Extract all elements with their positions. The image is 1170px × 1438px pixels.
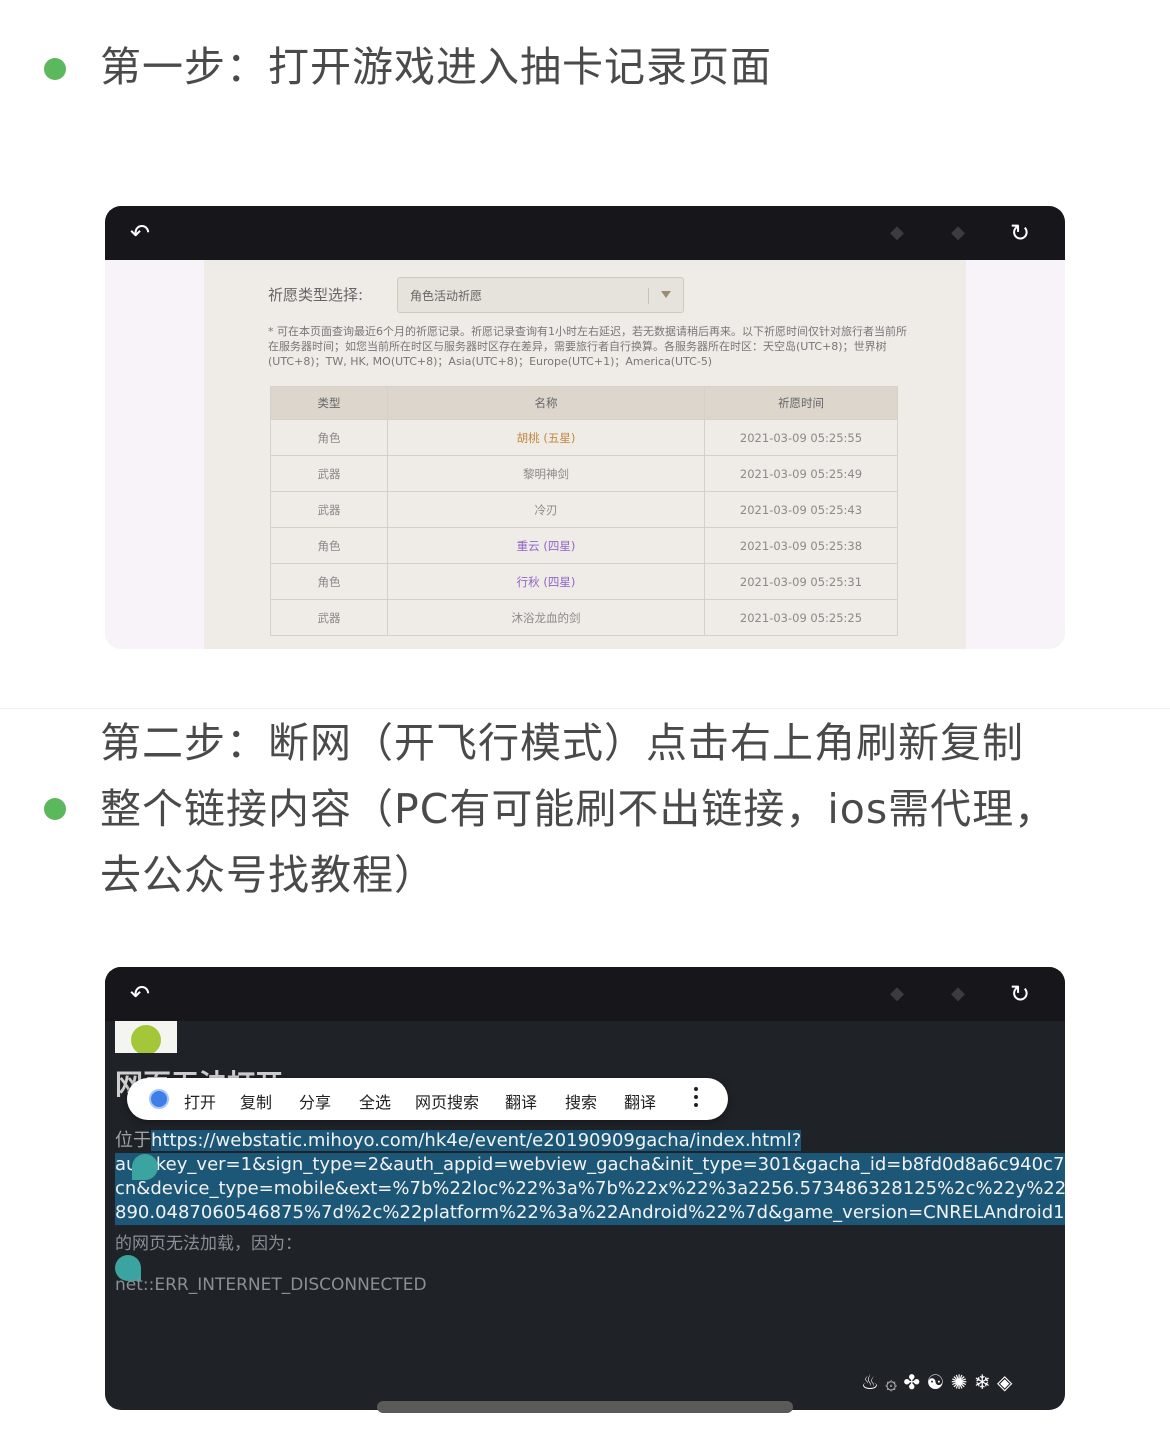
menu-search[interactable]: 搜索 [565, 1089, 597, 1113]
step-2-line: 去公众号找教程） [100, 851, 436, 899]
home-indicator[interactable] [377, 1401, 793, 1413]
step-1: 第一步：打开游戏进入抽卡记录页面 [0, 34, 1170, 104]
row-name: 重云 (四星) [387, 527, 705, 564]
select-separator [648, 288, 649, 304]
step-2-text: 第二步：断网（开飞行模式）点击右上角刷新复制 整个链接内容（PC有可能刷不出链接… [100, 710, 1056, 908]
element-icons: ♨ ۞ ✤ ☯ ✺ ❄ ◈ [861, 1370, 1013, 1394]
bullet-dot [44, 58, 66, 80]
row-name: 黎明神剑 [387, 455, 705, 492]
chevron-down-icon [661, 291, 671, 298]
column-header-time: 祈愿时间 [704, 386, 898, 420]
url-text[interactable]: 位于https://webstatic.mihoyo.com/hk4e/even… [115, 1129, 1065, 1225]
table-row: 武器 冷刃 2021-03-09 05:25:43 [270, 491, 898, 528]
menu-open[interactable]: 打开 [184, 1089, 216, 1113]
refresh-icon[interactable]: ↻ [1005, 218, 1035, 248]
row-time: 2021-03-09 05:25:31 [704, 563, 898, 600]
refresh-icon[interactable]: ↻ [1005, 979, 1035, 1009]
back-icon[interactable]: ↶ [125, 979, 155, 1009]
table-row: 武器 黎明神剑 2021-03-09 05:25:49 [270, 455, 898, 492]
prev-icon[interactable]: ◆ [882, 218, 912, 248]
row-time: 2021-03-09 05:25:38 [704, 527, 898, 564]
selection-start-handle[interactable] [132, 1154, 158, 1180]
row-name: 冷刃 [387, 491, 705, 528]
menu-web-search[interactable]: 网页搜索 [415, 1089, 479, 1113]
url-line-selected: cn&device_type=mobile&ext=%7b%22loc%22%3… [115, 1177, 1065, 1201]
bullet-dot [44, 798, 66, 820]
wish-history-screenshot: ↶ ◆ ◆ ↻ 祈愿类型选择: 角色活动祈愿 * 可在本页面查询最近6个月的祈愿… [105, 206, 1065, 649]
row-type: 武器 [270, 599, 388, 636]
url-line: 位于https://webstatic.mihoyo.com/hk4e/even… [115, 1129, 1065, 1153]
wish-type-select[interactable]: 角色活动祈愿 [397, 277, 684, 313]
prev-icon[interactable]: ◆ [882, 979, 912, 1009]
wish-records-table: 类型 名称 祈愿时间 角色 胡桃 (五星) 2021-03-09 05:25:5… [270, 386, 898, 636]
row-time: 2021-03-09 05:25:49 [704, 455, 898, 492]
step-2: 第二步：断网（开飞行模式）点击右上角刷新复制 整个链接内容（PC有可能刷不出链接… [0, 710, 1170, 910]
section-divider [0, 708, 1170, 709]
text-selection-menu: 打开 复制 分享 全选 网页搜索 翻译 搜索 翻译 [127, 1078, 728, 1120]
error-code: net::ERR_INTERNET_DISCONNECTED [115, 1275, 427, 1295]
table-header-row: 类型 名称 祈愿时间 [270, 386, 898, 420]
wish-notice: * 可在本页面查询最近6个月的祈愿记录。祈愿记录查询有1小时左右延迟，若无数据请… [268, 325, 907, 368]
step-1-text: 第一步：打开游戏进入抽卡记录页面 [100, 43, 772, 91]
url-line-selected: https://webstatic.mihoyo.com/hk4e/event/… [151, 1130, 802, 1151]
row-name: 胡桃 (五星) [387, 419, 705, 456]
step-2-line: 第二步：断网（开飞行模式）点击右上角刷新复制 [100, 719, 1024, 767]
url-prefix: 位于 [115, 1130, 151, 1151]
row-type: 角色 [270, 563, 388, 600]
more-options-icon[interactable] [694, 1087, 698, 1111]
table-row: 角色 胡桃 (五星) 2021-03-09 05:25:55 [270, 419, 898, 456]
column-header-type: 类型 [270, 386, 388, 420]
browser-toolbar: ↶ ◆ ◆ ↻ [105, 967, 1065, 1021]
back-icon[interactable]: ↶ [125, 218, 155, 248]
menu-copy[interactable]: 复制 [240, 1089, 272, 1113]
menu-select-all[interactable]: 全选 [359, 1089, 391, 1113]
error-reason: 的网页无法加载，因为： [115, 1234, 302, 1254]
row-type: 武器 [270, 455, 388, 492]
table-row: 角色 行秋 (四星) 2021-03-09 05:25:31 [270, 563, 898, 600]
step-2-line: 整个链接内容（PC有可能刷不出链接，ios需代理， [100, 785, 1057, 833]
url-line-selected: 890.0487060546875%7d%2c%22platform%22%3a… [115, 1201, 1065, 1225]
url-line-selected: authkey_ver=1&sign_type=2&auth_appid=web… [115, 1153, 1065, 1177]
globe-icon[interactable] [149, 1089, 169, 1109]
row-type: 角色 [270, 527, 388, 564]
android-head [131, 1025, 161, 1053]
row-time: 2021-03-09 05:25:55 [704, 419, 898, 456]
row-type: 武器 [270, 491, 388, 528]
wish-page: 祈愿类型选择: 角色活动祈愿 * 可在本页面查询最近6个月的祈愿记录。祈愿记录查… [204, 260, 966, 649]
row-name: 行秋 (四星) [387, 563, 705, 600]
row-name: 沐浴龙血的剑 [387, 599, 705, 636]
table-row: 角色 重云 (四星) 2021-03-09 05:25:38 [270, 527, 898, 564]
column-header-name: 名称 [387, 386, 705, 420]
browser-toolbar: ↶ ◆ ◆ ↻ [105, 206, 1065, 260]
table-row: 武器 沐浴龙血的剑 2021-03-09 05:25:25 [270, 599, 898, 636]
row-time: 2021-03-09 05:25:25 [704, 599, 898, 636]
row-type: 角色 [270, 419, 388, 456]
wish-type-value: 角色活动祈愿 [410, 289, 483, 303]
menu-translate-2[interactable]: 翻译 [624, 1089, 656, 1113]
menu-share[interactable]: 分享 [299, 1089, 331, 1113]
row-time: 2021-03-09 05:25:43 [704, 491, 898, 528]
next-icon[interactable]: ◆ [943, 218, 973, 248]
menu-translate[interactable]: 翻译 [505, 1089, 537, 1113]
android-robot-icon [115, 1021, 177, 1053]
next-icon[interactable]: ◆ [943, 979, 973, 1009]
wish-type-label: 祈愿类型选择: [268, 286, 364, 304]
error-page-screenshot: ↶ ◆ ◆ ↻ 网页无法打开 位于https://webstatic.mihoy… [105, 967, 1065, 1410]
